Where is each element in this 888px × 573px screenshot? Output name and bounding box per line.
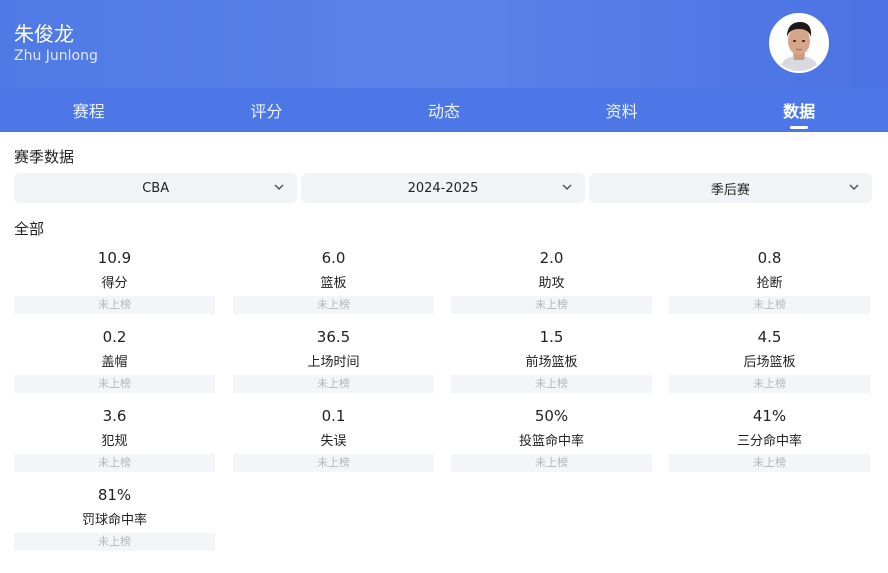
stat-value: 3.6 <box>102 407 127 425</box>
league-select-value: CBA <box>142 180 170 196</box>
stat-value: 50% <box>534 407 569 425</box>
stat-rank: 未上榜 <box>669 454 870 472</box>
stat-label: 上场时间 <box>307 355 360 370</box>
tab-stats[interactable]: 数据 <box>710 88 888 132</box>
season-stats-title: 赛季数据 <box>14 148 75 166</box>
stat-rank: 未上榜 <box>451 375 652 393</box>
stage-select-value: 季后赛 <box>710 182 750 198</box>
stat-value: 0.2 <box>102 328 127 346</box>
stat-item: 2.0 助攻 未上榜 <box>451 246 652 316</box>
chevron-down-icon <box>274 184 284 191</box>
avatar-portrait-icon <box>771 15 827 71</box>
stat-label: 助攻 <box>538 276 565 291</box>
tab-rating[interactable]: 评分 <box>178 88 356 132</box>
stat-rank: 未上榜 <box>233 296 434 314</box>
stat-rank: 未上榜 <box>451 296 652 314</box>
nav-tabs: 赛程 评分 动态 资料 数据 <box>0 88 888 132</box>
stat-item: 81% 罚球命中率 未上榜 <box>14 483 215 553</box>
stat-item: 0.1 失误 未上榜 <box>233 404 434 474</box>
stat-rank: 未上榜 <box>14 375 215 393</box>
stat-value: 36.5 <box>316 328 351 346</box>
stat-label: 抢断 <box>756 276 783 291</box>
stat-label: 失误 <box>320 434 347 449</box>
stage-select[interactable]: 季后赛 <box>588 173 872 203</box>
stat-rank: 未上榜 <box>233 454 434 472</box>
stat-label: 得分 <box>101 276 128 291</box>
stat-value: 41% <box>752 407 787 425</box>
stat-rank: 未上榜 <box>14 454 215 472</box>
tab-profile[interactable]: 资料 <box>533 88 711 132</box>
stat-item: 50% 投篮命中率 未上榜 <box>451 404 652 474</box>
stat-label: 三分命中率 <box>736 434 802 449</box>
stat-rank: 未上榜 <box>669 375 870 393</box>
stat-label: 投篮命中率 <box>518 434 584 449</box>
stat-item: 1.5 前场篮板 未上榜 <box>451 325 652 395</box>
stat-rank: 未上榜 <box>669 296 870 314</box>
stat-value: 6.0 <box>321 249 346 267</box>
stat-label: 犯规 <box>101 434 128 449</box>
tab-news[interactable]: 动态 <box>355 88 533 132</box>
season-select-value: 2024-2025 <box>407 180 479 196</box>
stat-value: 81% <box>97 486 132 504</box>
stat-item: 0.8 抢断 未上榜 <box>669 246 870 316</box>
tab-schedule[interactable]: 赛程 <box>0 88 178 132</box>
stat-label: 篮板 <box>320 276 347 291</box>
stat-rank: 未上榜 <box>14 296 215 314</box>
league-select[interactable]: CBA <box>14 173 298 203</box>
stat-item: 10.9 得分 未上榜 <box>14 246 215 316</box>
stat-value: 0.8 <box>757 249 782 267</box>
stat-item: 6.0 篮板 未上榜 <box>233 246 434 316</box>
stat-label: 前场篮板 <box>525 355 578 370</box>
stat-rank: 未上榜 <box>233 375 434 393</box>
stat-label: 盖帽 <box>101 355 128 370</box>
chevron-down-icon <box>562 184 572 191</box>
stat-item: 36.5 上场时间 未上榜 <box>233 325 434 395</box>
stat-item: 4.5 后场篮板 未上榜 <box>669 325 870 395</box>
stat-item: 41% 三分命中率 未上榜 <box>669 404 870 474</box>
stat-label: 后场篮板 <box>743 355 796 370</box>
stat-item: 3.6 犯规 未上榜 <box>14 404 215 474</box>
stat-rank: 未上榜 <box>14 533 215 551</box>
stat-value: 4.5 <box>757 328 782 346</box>
season-select[interactable]: 2024-2025 <box>301 173 585 203</box>
player-name-en: Zhu Junlong <box>14 48 98 64</box>
player-name: 朱俊龙 <box>14 22 74 46</box>
filter-bar: CBA 2024-2025 季后赛 <box>14 173 872 203</box>
stat-item: 0.2 盖帽 未上榜 <box>14 325 215 395</box>
stat-label: 罚球命中率 <box>81 513 147 528</box>
stat-rank: 未上榜 <box>451 454 652 472</box>
stat-value: 2.0 <box>539 249 564 267</box>
chevron-down-icon <box>849 184 859 191</box>
stat-value: 1.5 <box>539 328 564 346</box>
all-stats-title: 全部 <box>14 220 45 238</box>
player-avatar <box>769 13 829 73</box>
player-header: 朱俊龙 Zhu Junlong <box>0 0 888 88</box>
stat-value: 0.1 <box>321 407 346 425</box>
stat-value: 10.9 <box>97 249 132 267</box>
